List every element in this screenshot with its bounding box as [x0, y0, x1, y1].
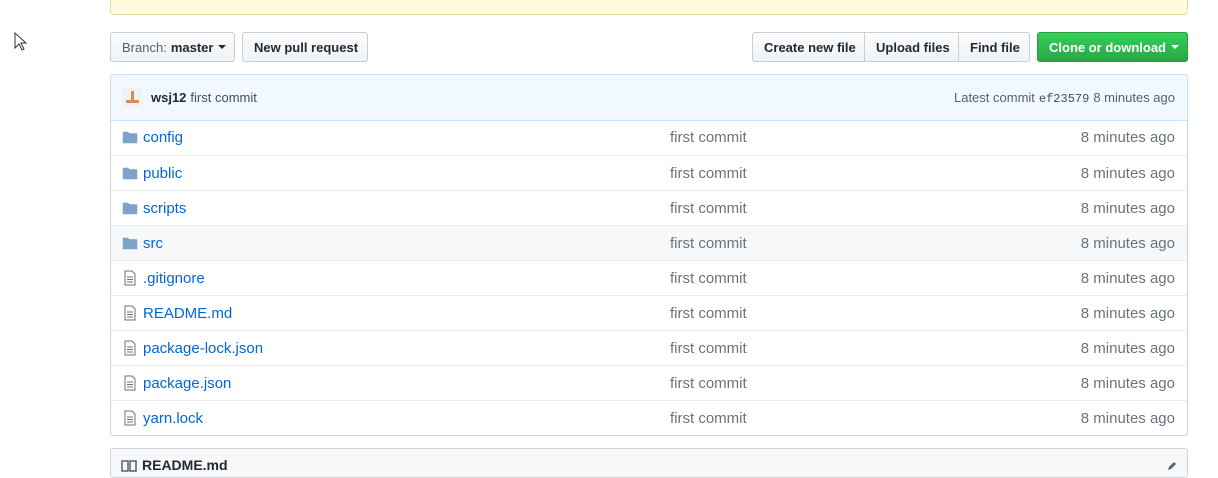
file-name-link[interactable]: .gitignore [143, 270, 205, 287]
readme-header: README.md [110, 448, 1188, 478]
file-name-link[interactable]: public [143, 165, 182, 182]
row-commit-message-link[interactable]: first commit [670, 410, 747, 427]
file-row: config first commit 8 minutes ago [111, 120, 1187, 155]
file-row: package-lock.json first commit 8 minutes a… [111, 330, 1187, 365]
new-pull-request-button[interactable]: New pull request [242, 32, 368, 62]
latest-commit-prefix: Latest commit [953, 89, 1035, 105]
file-row: scripts first commit 8 minutes ago [111, 190, 1187, 225]
chevron-down-icon [1171, 45, 1179, 49]
commit-message-link[interactable]: first commit [190, 90, 256, 105]
file-row: README.md first commit 8 minutes ago [111, 295, 1187, 330]
clone-or-download-button[interactable]: Clone or download [1037, 32, 1188, 62]
file-name-link[interactable]: README.md [143, 305, 232, 322]
pencil-icon[interactable] [1167, 461, 1177, 471]
file-name-link[interactable]: src [143, 235, 163, 252]
flash-banner [110, 0, 1188, 15]
row-commit-age: 8 minutes ago [1080, 129, 1175, 146]
file-icon [122, 375, 138, 391]
file-name-link[interactable]: config [143, 129, 183, 146]
file-icon [122, 305, 138, 321]
row-commit-age: 8 minutes ago [1080, 234, 1175, 252]
row-commit-message-link[interactable]: first commit [670, 270, 747, 287]
row-commit-message-link[interactable]: first commit [670, 235, 747, 252]
row-commit-message-link[interactable]: first commit [670, 200, 747, 217]
file-list: config first commit 8 minutes ago public fir… [110, 120, 1188, 436]
file-row: yarn.lock first commit 8 minutes ago [111, 400, 1187, 435]
file-icon [122, 270, 138, 286]
file-row: package.json first commit 8 minutes ago [111, 365, 1187, 400]
repo-toolbar: Branch: master New pull request Create n… [110, 32, 1188, 63]
row-commit-message-link[interactable]: first commit [670, 375, 747, 392]
latest-commit-bar: wsj12 first commit Latest commit ef23579 8… [110, 74, 1188, 121]
row-commit-age: 8 minutes ago [1080, 374, 1175, 392]
row-commit-message-link[interactable]: first commit [670, 165, 747, 182]
row-commit-age: 8 minutes ago [1080, 409, 1175, 427]
file-row: .gitignore first commit 8 minutes ago [111, 260, 1187, 295]
row-commit-age: 8 minutes ago [1080, 339, 1175, 357]
create-new-file-button[interactable]: Create new file [752, 32, 865, 62]
folder-icon [122, 200, 138, 216]
row-commit-age: 8 minutes ago [1080, 164, 1175, 182]
branch-prefix: Branch: [122, 39, 167, 55]
clone-label: Clone or download [1049, 39, 1166, 55]
row-commit-message-link[interactable]: first commit [670, 340, 747, 357]
file-name-link[interactable]: scripts [143, 200, 186, 217]
row-commit-age: 8 minutes ago [1080, 304, 1175, 322]
commit-sha-link[interactable]: ef23579 [1039, 92, 1089, 106]
folder-icon [122, 165, 138, 181]
file-row: public first commit 8 minutes ago [111, 155, 1187, 190]
file-name-link[interactable]: package.json [143, 375, 231, 392]
find-file-button[interactable]: Find file [958, 32, 1030, 62]
branch-name: master [170, 39, 214, 55]
file-name-link[interactable]: package-lock.json [143, 340, 263, 357]
file-row: src first commit 8 minutes ago [111, 225, 1187, 260]
book-icon [121, 460, 137, 472]
branch-select-button[interactable]: Branch: master [110, 32, 235, 62]
folder-icon [122, 129, 138, 145]
row-commit-message-link[interactable]: first commit [670, 129, 747, 146]
chevron-down-icon [218, 45, 227, 49]
file-name-link[interactable]: yarn.lock [143, 410, 203, 427]
latest-commit-info: Latest commit ef23579 8 minutes ago [954, 90, 1175, 106]
commit-age: 8 minutes ago [1093, 89, 1175, 105]
readme-title: README.md [142, 457, 228, 473]
row-commit-age: 8 minutes ago [1080, 269, 1175, 287]
file-icon [122, 340, 138, 356]
mouse-cursor-icon [14, 32, 28, 51]
row-commit-age: 8 minutes ago [1080, 199, 1175, 217]
row-commit-message-link[interactable]: first commit [670, 305, 747, 322]
file-icon [122, 410, 138, 426]
upload-files-button[interactable]: Upload files [864, 32, 959, 62]
avatar[interactable] [122, 87, 142, 108]
commit-author-link[interactable]: wsj12 [151, 90, 186, 105]
folder-icon [122, 235, 138, 251]
